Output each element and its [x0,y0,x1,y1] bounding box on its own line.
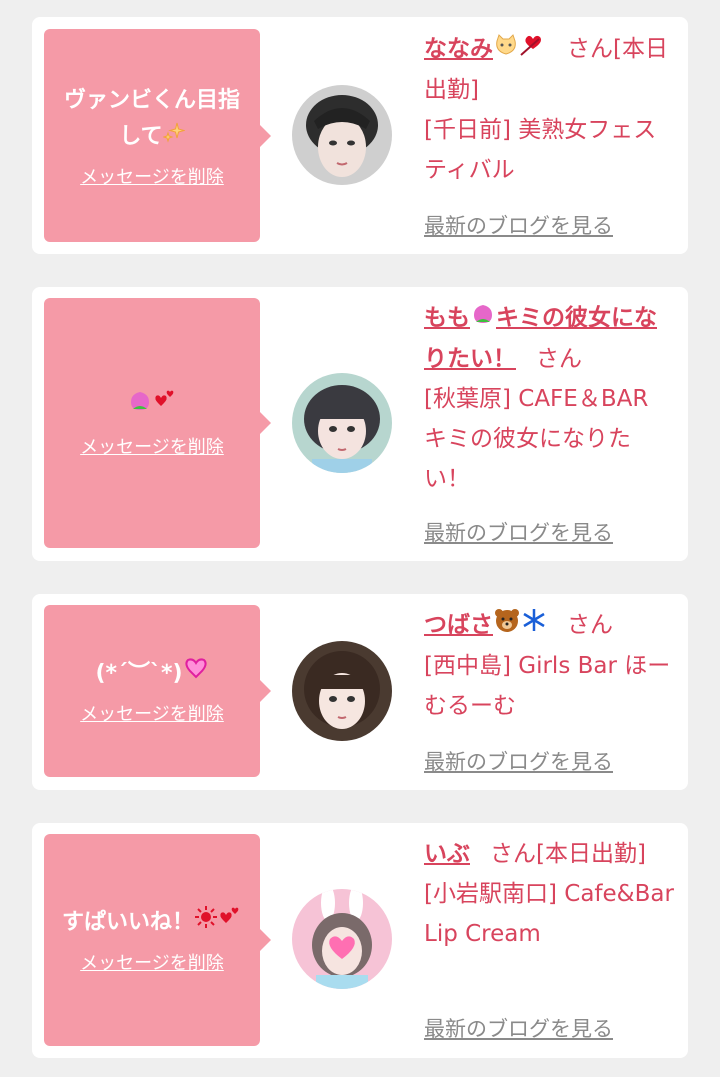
cast-name-link[interactable]: ななみ [424,33,547,62]
delete-message-link[interactable]: メッセージを削除 [80,949,224,975]
message-text: ヴァンビくん目指して [54,83,250,155]
message-bubble: ヴァンビくん目指して メッセージを削除 [44,29,271,242]
message-card: メッセージを削除 もも キミの彼女になりたい！ さん [秋葉原] CAFE＆BAR … [32,287,688,561]
cast-info: いぶ さん[本日出勤] [小岩駅南口] Cafe&Bar Lip Cream [424,834,674,954]
cast-status: さん[本日出勤] [490,841,646,867]
message-text: すぱいいね！ [62,905,242,941]
cast-name-link[interactable]: いぶ [424,841,470,867]
shop-name: [西中島] Girls Bar ほーむるーむ [424,652,671,719]
view-blog-link[interactable]: 最新のブログを見る [424,1013,613,1043]
message-bubble: メッセージを削除 [44,298,271,548]
avatar[interactable] [292,373,392,473]
snowflake-icon [521,606,547,646]
message-bubble: (*´︶`*) メッセージを削除 [44,605,271,777]
cat-face-icon [493,30,519,70]
heart-arrow-icon [519,30,547,70]
view-blog-link[interactable]: 最新のブログを見る [424,746,613,776]
avatar[interactable] [292,85,392,185]
heart-icon [183,656,209,692]
cast-info: つばさ さん [西中島] Girls Bar ほーむるーむ [424,605,674,726]
cast-name-link[interactable]: つばさ [424,608,547,638]
bear-icon [493,606,521,646]
peach-icon [470,299,496,339]
hearts-icon [218,905,242,941]
cast-info: もも キミの彼女になりたい！ さん [秋葉原] CAFE＆BAR キミの彼女になりた… [424,298,674,499]
avatar[interactable] [292,641,392,741]
cast-status: さん [536,345,582,372]
view-blog-link[interactable]: 最新のブログを見る [424,517,613,547]
sparkles-icon [162,119,186,155]
shop-name: [秋葉原] CAFE＆BAR キミの彼女になりたい！ [424,385,649,492]
avatar[interactable] [292,889,392,989]
delete-message-link[interactable]: メッセージを削除 [80,433,224,459]
delete-message-link[interactable]: メッセージを削除 [80,163,224,189]
peach-icon [127,387,153,425]
message-text: (*´︶`*) [95,656,208,692]
message-card: (*´︶`*) メッセージを削除 つばさ さん [西中島] Girls Bar ほ… [32,594,688,790]
message-card: ヴァンビくん目指して メッセージを削除 ななみ さん[本日出勤] [千日前] 美熟… [32,17,688,254]
shop-name: [小岩駅南口] Cafe&Bar Lip Cream [424,881,674,947]
sun-icon [194,905,218,941]
cast-info: ななみ さん[本日出勤] [千日前] 美熟女フェスティバル [424,29,674,190]
message-text [127,387,177,425]
view-blog-link[interactable]: 最新のブログを見る [424,210,613,240]
cast-status: さん [567,612,613,638]
delete-message-link[interactable]: メッセージを削除 [80,700,224,726]
hearts-icon [153,388,177,424]
message-card: すぱいいね！ メッセージを削除 いぶ さん[本日出勤] [小岩駅南口] Cafe&… [32,823,688,1058]
message-bubble: すぱいいね！ メッセージを削除 [44,834,271,1046]
shop-name: [千日前] 美熟女フェスティバル [424,116,657,183]
